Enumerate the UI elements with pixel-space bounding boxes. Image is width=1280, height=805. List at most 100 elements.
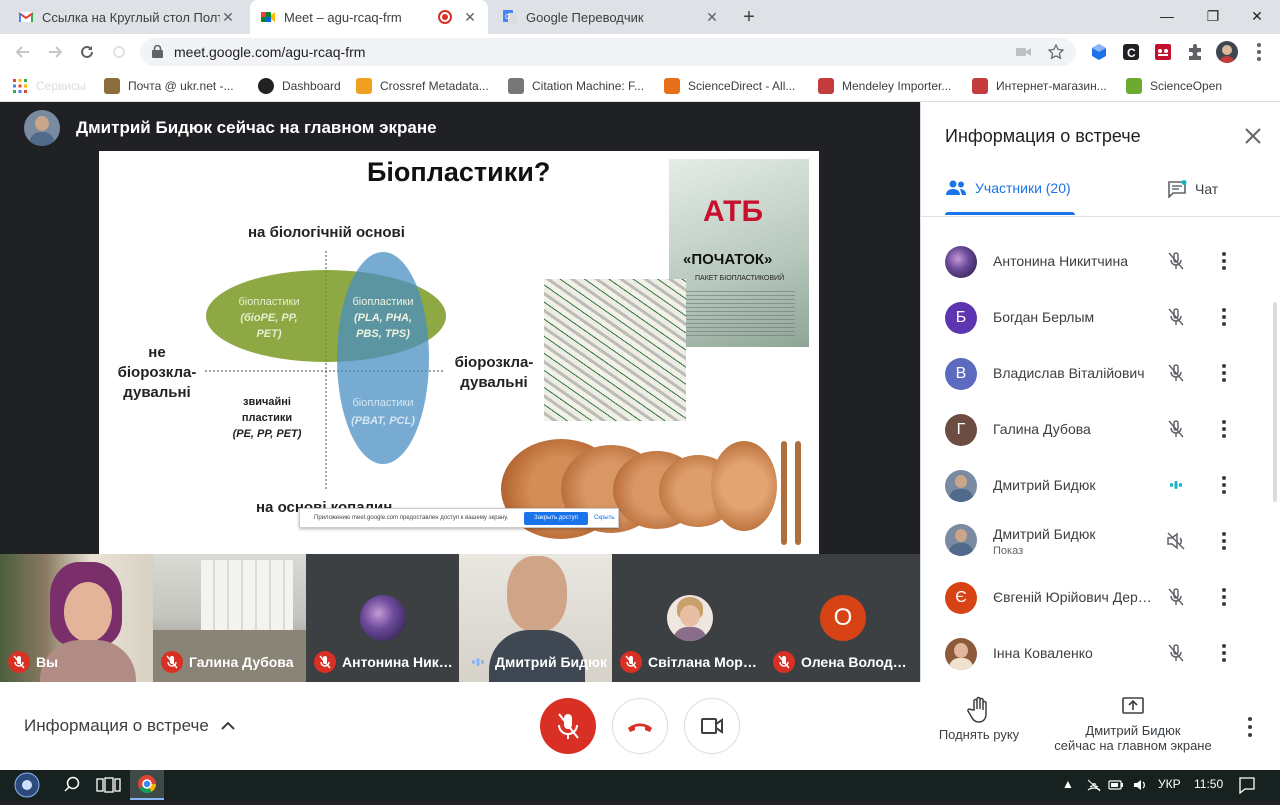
more-options-icon[interactable]: [1213, 586, 1235, 608]
mic-off-icon[interactable]: [1165, 642, 1187, 664]
profile-avatar[interactable]: [1216, 41, 1238, 63]
star-icon[interactable]: [1048, 44, 1064, 60]
raise-hand-label: Поднять руку: [938, 727, 1020, 742]
browser-tab-link[interactable]: Ссылка на Круглый стол Полтав ✕: [8, 0, 246, 34]
list-item[interactable]: Б Богдан Берлым: [921, 290, 1266, 346]
list-item[interactable]: Інна Коваленко: [921, 626, 1266, 682]
start-button[interactable]: [8, 771, 46, 799]
mic-off-icon[interactable]: [1165, 250, 1187, 272]
participant-tile[interactable]: Світлана Морозова: [612, 554, 765, 682]
close-icon[interactable]: [1241, 124, 1265, 148]
chrome-icon: [138, 775, 156, 794]
participant-tile[interactable]: О Олена Володимирівна: [765, 554, 920, 682]
more-options-button[interactable]: [1246, 716, 1254, 738]
panel-scrollbar[interactable]: [1273, 302, 1277, 502]
bookmark-item[interactable]: Почта @ ukr.net -...: [104, 77, 234, 95]
mic-off-icon[interactable]: [1165, 306, 1187, 328]
hide-notice-button[interactable]: Скрыть: [594, 515, 614, 521]
raise-hand-button[interactable]: Поднять руку: [930, 696, 1028, 742]
stop-sharing-button[interactable]: Закрыть доступ: [524, 512, 588, 525]
mic-off-icon[interactable]: [1165, 586, 1187, 608]
bookmark-shop-icon: [972, 78, 988, 94]
restore-button[interactable]: ❐: [1190, 4, 1236, 28]
search-icon: [64, 776, 80, 792]
camera-toggle-button[interactable]: [684, 698, 740, 754]
bookmark-label: Интернет-магазин...: [996, 79, 1107, 93]
battery-icon[interactable]: [1108, 778, 1124, 792]
address-bar[interactable]: meet.google.com/agu-rcaq-frm: [140, 38, 1076, 66]
participant-tile[interactable]: Галина Дубова: [153, 554, 306, 682]
close-window-button[interactable]: ✕: [1234, 4, 1280, 28]
list-item[interactable]: Дмитрий Бидюк Показ: [921, 514, 1266, 570]
bookmark-item[interactable]: ScienceOpen: [1126, 77, 1222, 95]
back-button[interactable]: [10, 39, 36, 65]
more-options-icon[interactable]: [1213, 418, 1235, 440]
bookmark-label: ScienceDirect - All...: [688, 79, 796, 93]
chrome-taskbar-button[interactable]: [130, 770, 164, 800]
notifications-icon[interactable]: [1238, 776, 1256, 794]
bookmark-item[interactable]: Mendeley Importer...: [818, 77, 951, 95]
stop-button[interactable]: [106, 39, 132, 65]
mic-off-icon[interactable]: [1165, 362, 1187, 384]
browser-menu-icon[interactable]: [1256, 42, 1262, 62]
list-item[interactable]: Є Євгеній Юрійович Дерев'янко: [921, 570, 1266, 626]
search-button[interactable]: [60, 770, 84, 800]
language-indicator[interactable]: УКР: [1158, 777, 1181, 791]
browser-tab-translate[interactable]: G Google Переводчик ✕: [492, 0, 730, 34]
new-tab-button[interactable]: +: [738, 6, 760, 28]
svg-text:C: C: [1127, 46, 1136, 60]
bookmark-item[interactable]: Интернет-магазин...: [972, 77, 1107, 95]
volume-icon[interactable]: [1132, 778, 1148, 792]
participant-tile-speaking[interactable]: Дмитрий Бидюк: [459, 554, 612, 682]
list-item[interactable]: Г Галина Дубова: [921, 402, 1266, 458]
tab-participants[interactable]: Участники (20): [945, 180, 1071, 196]
tab-close-icon[interactable]: ✕: [704, 9, 720, 26]
task-view-button[interactable]: [94, 770, 122, 800]
extension-cube-icon[interactable]: [1090, 43, 1108, 61]
arrow-right-icon: [49, 46, 63, 58]
bookmark-item[interactable]: Crossref Metadata...: [356, 77, 489, 95]
mic-toggle-button[interactable]: [540, 698, 596, 754]
apps-shortcut[interactable]: Сервисы: [12, 77, 86, 95]
url-text: meet.google.com/agu-rcaq-frm: [174, 44, 366, 60]
list-item[interactable]: Антонина Никитчина: [921, 234, 1266, 290]
more-options-icon[interactable]: [1213, 530, 1235, 552]
bag-photo: АТБ «ПОЧАТОК» ПАКЕТ БІОПЛАСТИКОВИЙ: [669, 159, 809, 347]
more-options-icon[interactable]: [1213, 362, 1235, 384]
meeting-info-button[interactable]: Информация о встрече: [24, 716, 235, 736]
participant-tile[interactable]: Антонина Никитчина: [306, 554, 459, 682]
clock[interactable]: 11:50: [1194, 777, 1223, 791]
more-options-icon[interactable]: [1213, 642, 1235, 664]
lock-icon: [152, 45, 163, 58]
more-options-icon[interactable]: [1213, 474, 1235, 496]
participant-name: Владислав Віталійович: [993, 365, 1145, 381]
speaker-muted-icon: [1167, 532, 1185, 550]
participant-list: Антонина Никитчина Б Богдан Берлым В Вла…: [921, 217, 1280, 682]
more-options-icon[interactable]: [1213, 306, 1235, 328]
apps-grid-icon: [13, 79, 27, 93]
forward-button[interactable]: [42, 39, 68, 65]
more-options-icon[interactable]: [1213, 250, 1235, 272]
presenting-button[interactable]: Дмитрий Бидюк сейчас на главном экране: [1046, 696, 1220, 753]
reload-button[interactable]: [74, 39, 100, 65]
bookmark-label: Dashboard: [282, 79, 341, 93]
extension-dark-icon[interactable]: C: [1122, 43, 1140, 61]
list-item[interactable]: В Владислав Віталійович: [921, 346, 1266, 402]
camera-blocked-icon[interactable]: [1016, 45, 1032, 59]
browser-tab-meet[interactable]: Meet – agu-rcaq-frm ✕: [250, 0, 488, 34]
wifi-icon[interactable]: [1086, 778, 1102, 792]
tab-chat[interactable]: Чат: [1167, 180, 1218, 198]
bookmark-item[interactable]: Citation Machine: F...: [508, 77, 644, 95]
tab-close-icon[interactable]: ✕: [462, 9, 478, 26]
participant-tile-self[interactable]: Вы: [0, 554, 153, 682]
minimize-button[interactable]: —: [1144, 4, 1190, 28]
tray-chevron-icon[interactable]: ▲: [1062, 777, 1074, 791]
puzzle-icon[interactable]: [1186, 43, 1204, 61]
extension-mendeley-icon[interactable]: [1154, 43, 1172, 61]
mic-off-icon[interactable]: [1165, 418, 1187, 440]
list-item[interactable]: Дмитрий Бидюк: [921, 458, 1266, 514]
tab-close-icon[interactable]: ✕: [220, 9, 236, 26]
leave-call-button[interactable]: [612, 698, 668, 754]
bookmark-item[interactable]: ScienceDirect - All...: [664, 77, 795, 95]
bookmark-item[interactable]: Dashboard: [258, 77, 341, 95]
